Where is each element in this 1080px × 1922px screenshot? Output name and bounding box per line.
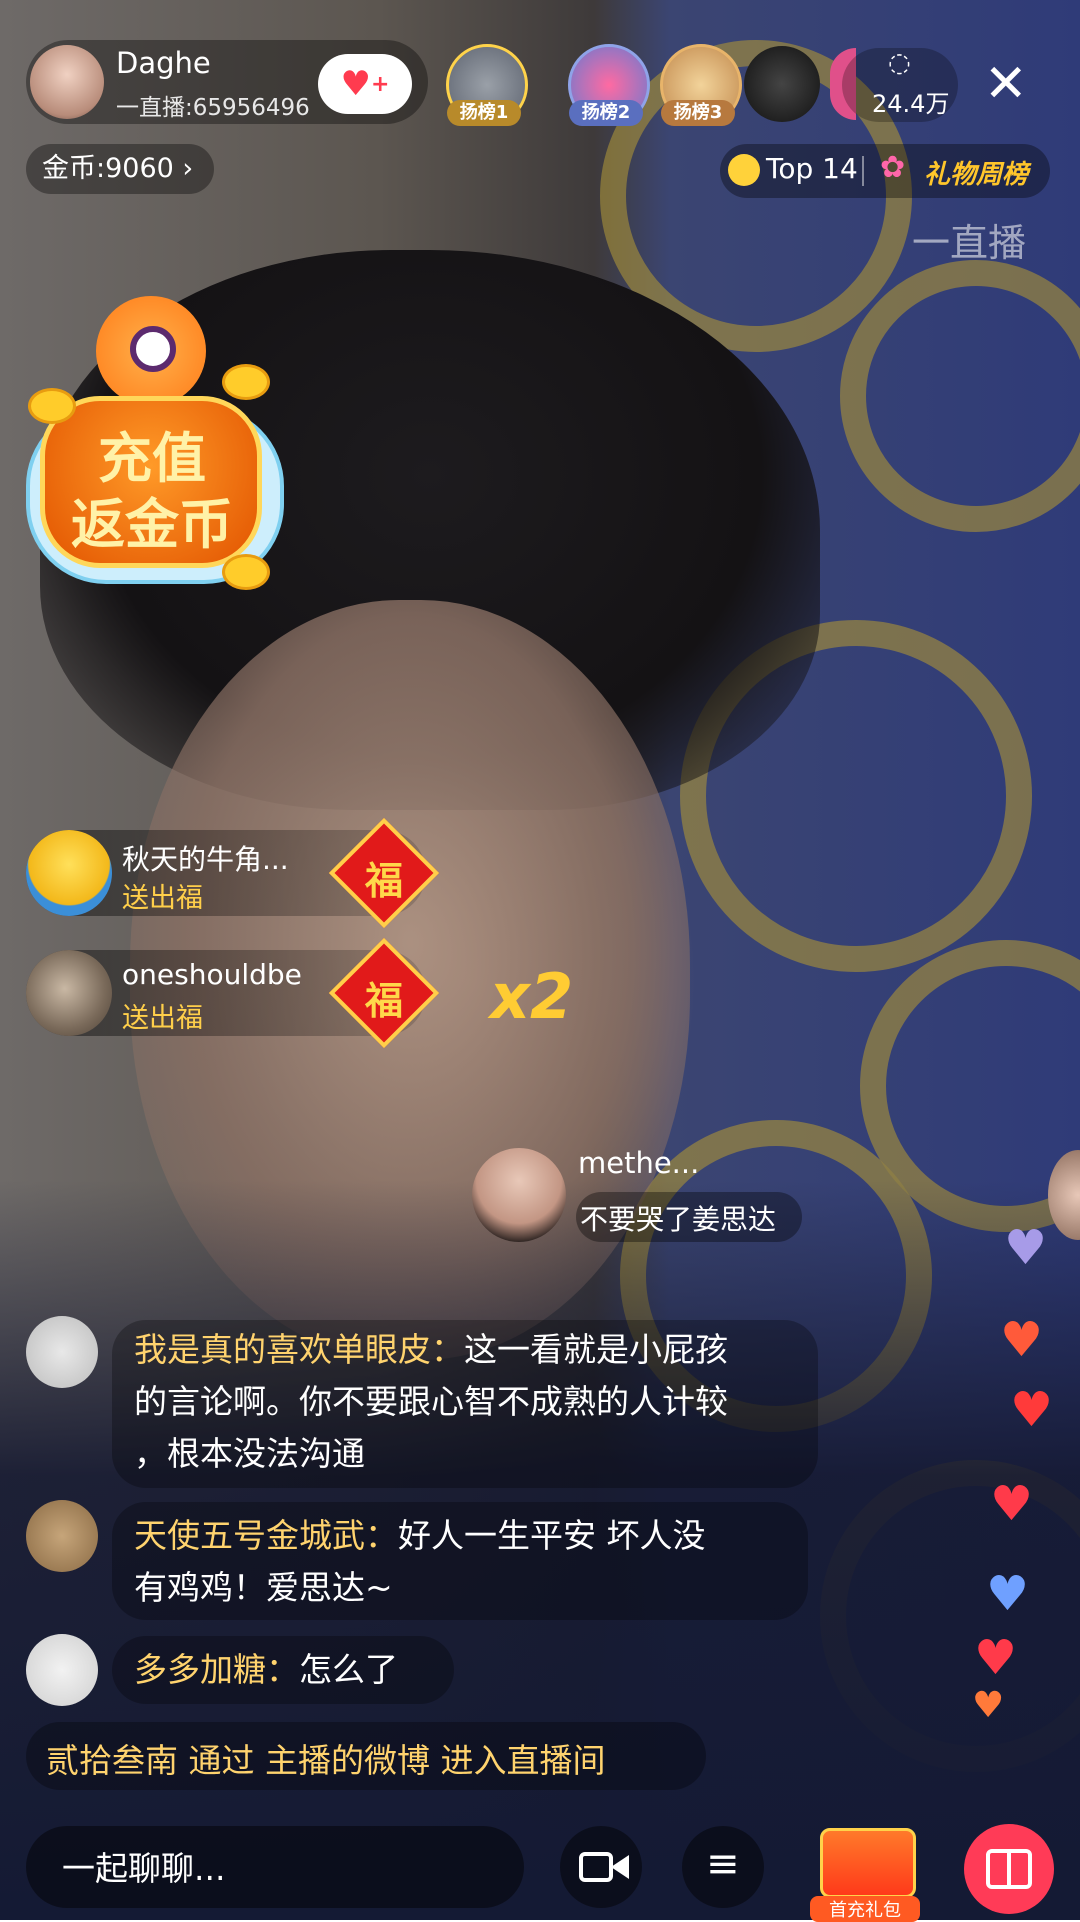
comment-text: 不要哭了姜思达 xyxy=(580,1203,777,1236)
chat-username: 我是真的喜欢单眼皮： xyxy=(134,1330,464,1369)
coin-balance[interactable]: 金币:9060 › xyxy=(26,144,214,194)
follow-button[interactable]: ♥ + xyxy=(318,54,412,114)
fu-gift-label: 福 xyxy=(364,859,403,903)
enter-notice: 贰拾叁南 通过 主播的微博 进入直播间 xyxy=(46,1741,606,1780)
video-camera-icon xyxy=(579,1852,613,1882)
video-camera-lens xyxy=(611,1855,629,1879)
rank-3-tag: 扬榜3 xyxy=(661,100,735,126)
heart-icon: ♥ xyxy=(1004,1220,1048,1276)
first-charge-button[interactable]: 首充礼包 xyxy=(810,1818,920,1922)
chat-content: 好人一生平安 坏人没 xyxy=(398,1516,706,1555)
chat-content: 怎么了 xyxy=(299,1650,398,1689)
chat-username: 天使五号金城武： xyxy=(134,1516,398,1555)
chat-avatar[interactable] xyxy=(26,1316,98,1388)
viewer-count: 24.4万 xyxy=(872,90,950,118)
recharge-promo-badge[interactable]: 充值 返金币 xyxy=(26,296,284,590)
heart-icon: ♥ xyxy=(986,1566,1030,1622)
heart-icon: ♥ xyxy=(1010,1382,1054,1438)
viewer-avatar[interactable] xyxy=(744,46,820,122)
gift-action: 送出福 xyxy=(122,1003,203,1034)
chat-content: 的言论啊。你不要跟心智不成熟的人计较 xyxy=(134,1382,728,1421)
combo-counter: x2 xyxy=(490,960,574,1033)
heart-plus-icon: ♥ xyxy=(340,64,372,104)
coin-icon xyxy=(28,388,76,424)
chat-content: 这一看就是小屁孩 xyxy=(464,1330,728,1369)
chat-line: 我是真的喜欢单眼皮：这一看就是小屁孩 xyxy=(134,1324,728,1376)
chat-content: ，根本没法沟通 xyxy=(134,1434,365,1473)
promo-line2: 返金币 xyxy=(71,493,233,556)
rank-2-tag: 扬榜2 xyxy=(569,100,643,126)
gift-sender-name: oneshouldbe xyxy=(122,958,302,991)
coin-icon xyxy=(222,554,270,590)
menu-icon: ≡ xyxy=(706,1841,740,1887)
chat-avatar[interactable] xyxy=(26,1500,98,1572)
gift-sender-avatar[interactable] xyxy=(26,830,112,916)
flower-icon: ✿ xyxy=(880,150,906,185)
heart-icon: ♥ xyxy=(972,1685,1005,1726)
rank-1-tag: 扬榜1 xyxy=(447,100,521,126)
chat-username: 多多加糖： xyxy=(134,1650,299,1689)
gift-button[interactable] xyxy=(964,1824,1054,1914)
chat-input-placeholder: 一起聊聊... xyxy=(62,1849,226,1888)
heart-icon: ♥ xyxy=(1000,1312,1044,1368)
flame-icon: ◌ xyxy=(888,48,911,78)
chat-avatar[interactable] xyxy=(26,1634,98,1706)
commenter-name: methe... xyxy=(578,1146,700,1180)
gift-sender-avatar[interactable] xyxy=(26,950,112,1036)
close-icon[interactable]: ✕ xyxy=(984,58,1028,110)
host-avatar[interactable] xyxy=(30,45,104,119)
divider xyxy=(862,156,864,186)
coin-icon xyxy=(222,364,270,400)
chat-content: 有鸡鸡！爱思达~ xyxy=(134,1568,393,1607)
commenter-avatar[interactable] xyxy=(472,1148,566,1242)
mascot-eye xyxy=(130,326,176,372)
top-rank[interactable]: Top 14 xyxy=(766,152,858,185)
heart-icon: ♥ xyxy=(974,1630,1018,1686)
first-charge-label: 首充礼包 xyxy=(810,1896,920,1922)
heart-icon: ♥ xyxy=(990,1476,1034,1532)
gift-box-icon xyxy=(820,1828,916,1898)
gift-action: 送出福 xyxy=(122,883,203,914)
gift-icon xyxy=(986,1849,1032,1889)
chat-line: 多多加糖：怎么了 xyxy=(134,1644,398,1696)
watermark: 一直播 xyxy=(912,221,1027,265)
gift-sender-name: 秋天的牛角... xyxy=(122,843,289,876)
chat-line: 天使五号金城武：好人一生平安 坏人没 xyxy=(134,1510,706,1562)
gift-week-rank[interactable]: 礼物周榜 xyxy=(924,154,1028,191)
clock-icon xyxy=(728,154,760,186)
host-name: Daghe xyxy=(116,46,211,80)
host-id: 一直播:65956496 xyxy=(116,95,310,121)
fu-gift-label: 福 xyxy=(364,979,403,1023)
